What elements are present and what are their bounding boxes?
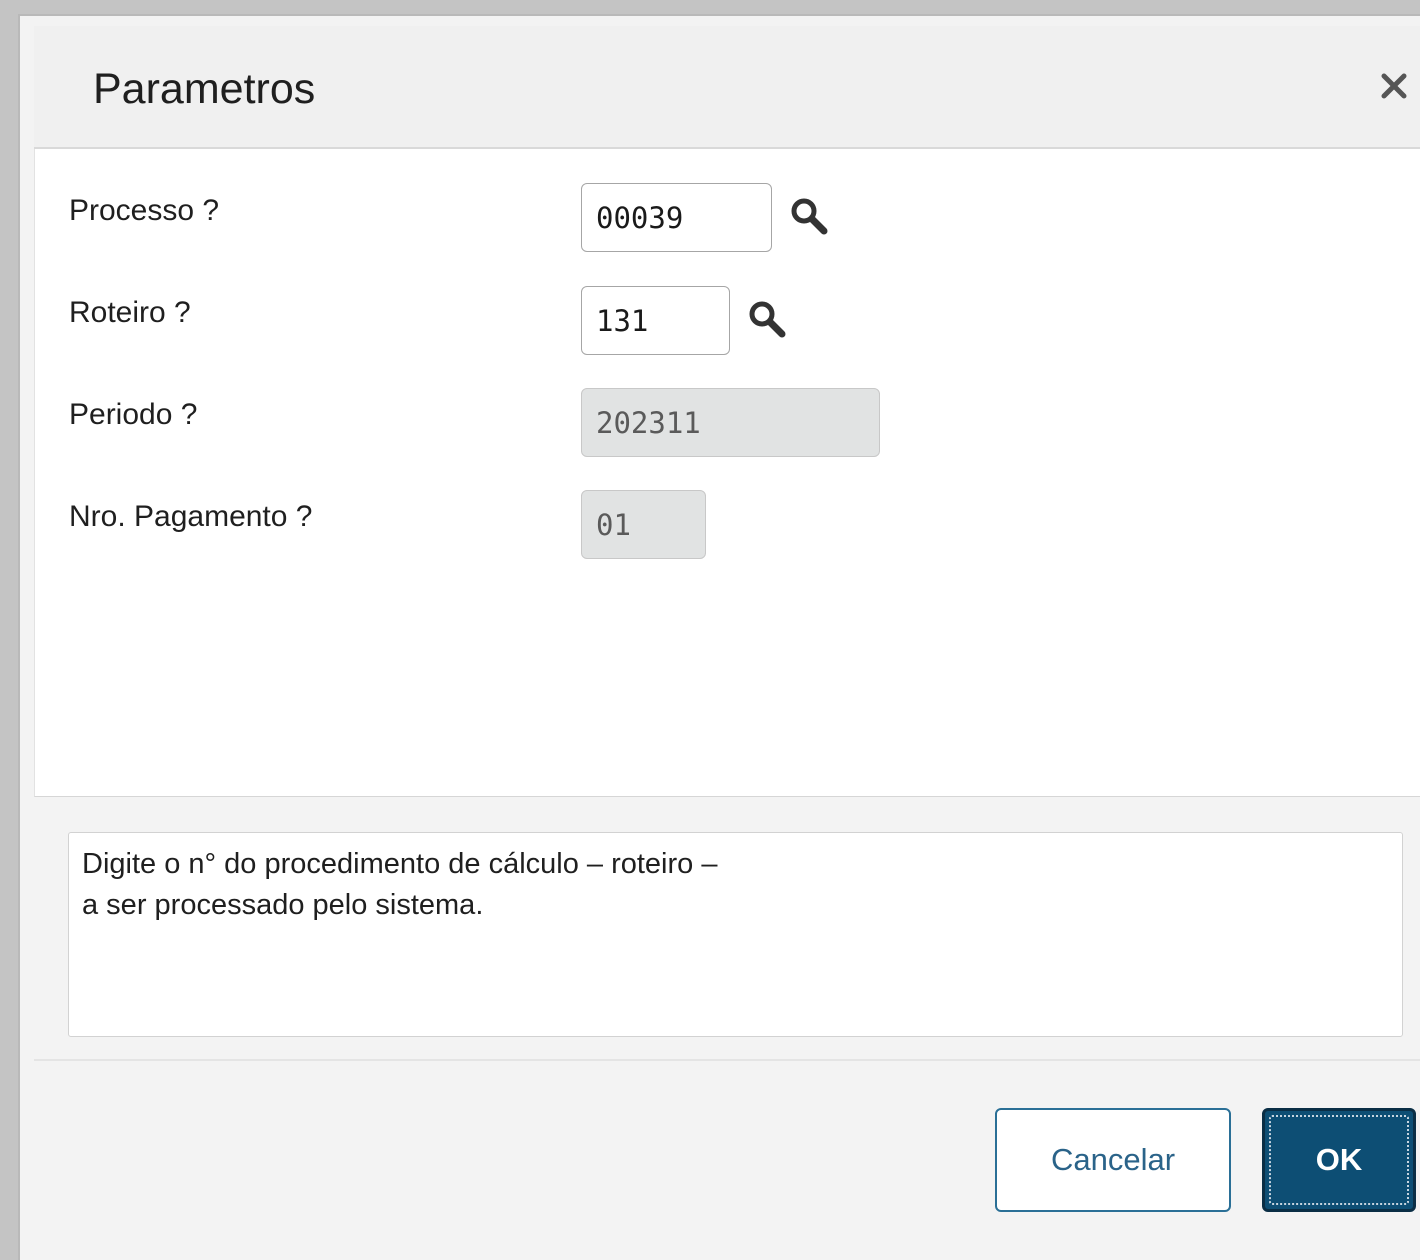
nro-pagamento-label: Nro. Pagamento ? — [69, 500, 313, 533]
processo-search-icon[interactable] — [787, 194, 833, 240]
dialog-header: Parametros — [34, 26, 1420, 149]
roteiro-label: Roteiro ? — [69, 296, 191, 329]
periodo-input — [581, 388, 880, 457]
cancel-button-label: Cancelar — [1050, 1142, 1176, 1177]
periodo-label: Periodo ? — [69, 398, 198, 431]
ok-button-label: OK — [1315, 1142, 1363, 1177]
help-text-box: Digite o n° do procedimento de cálculo –… — [68, 832, 1403, 1037]
footer-divider — [34, 1059, 1420, 1061]
roteiro-input[interactable] — [581, 286, 730, 355]
help-text-line-1: Digite o n° do procedimento de cálculo –… — [82, 848, 718, 880]
help-text-line-2: a ser processado pelo sistema. — [82, 889, 484, 921]
cancel-button[interactable]: Cancelar — [995, 1108, 1231, 1212]
nro-pagamento-input — [581, 490, 706, 559]
parametros-dialog: Parametros Processo ? Roteiro ? Periodo … — [18, 14, 1420, 1260]
parameters-form: Processo ? Roteiro ? Periodo ? Nro. Paga… — [34, 149, 1420, 797]
dialog-title: Parametros — [93, 65, 316, 113]
processo-label: Processo ? — [69, 194, 220, 227]
close-icon[interactable] — [1372, 64, 1416, 108]
ok-button[interactable]: OK — [1262, 1108, 1416, 1212]
roteiro-search-icon[interactable] — [745, 297, 791, 343]
processo-input[interactable] — [581, 183, 772, 252]
